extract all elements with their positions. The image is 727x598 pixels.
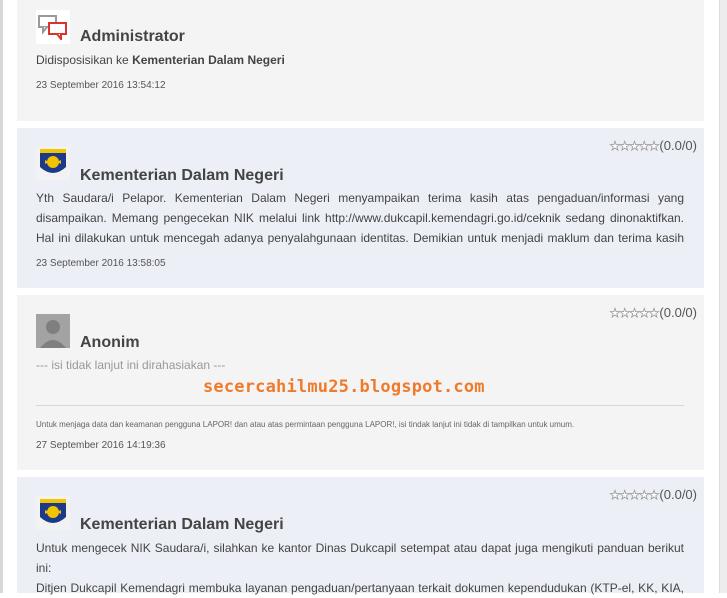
star-icon[interactable]: ★ — [639, 139, 651, 152]
rating-stars[interactable]: ★ ★ ★ ★ ★ — [609, 306, 660, 319]
star-icon[interactable]: ★ — [629, 306, 641, 319]
comment-author: Administrator — [80, 28, 185, 45]
garuda-emblem-icon — [40, 499, 66, 523]
hidden-content-notice: --- isi tidak lanjut ini dirahasiakan --… — [36, 358, 226, 372]
avatar — [36, 146, 70, 180]
star-icon[interactable]: ★ — [609, 488, 621, 501]
rating-widget[interactable]: ★ ★ ★ ★ ★ (0.0/0) — [609, 138, 697, 153]
rating-stars[interactable]: ★ ★ ★ ★ ★ — [609, 139, 660, 152]
comment-line: Yth Saudara/i Pelapor. Kementerian Dalam… — [36, 191, 684, 205]
rating-value: (0.0/0) — [659, 138, 697, 153]
garuda-emblem-icon — [40, 149, 66, 173]
disposition-target: Kementerian Dalam Negeri — [132, 53, 285, 67]
rating-widget[interactable]: ★ ★ ★ ★ ★ (0.0/0) — [609, 305, 697, 320]
star-icon[interactable]: ★ — [648, 306, 660, 319]
rating-widget[interactable]: ★ ★ ★ ★ ★ (0.0/0) — [609, 487, 697, 502]
rating-value: (0.0/0) — [659, 305, 697, 320]
comment-line: Ditjen Dukcapil Kemendagri membuka layan… — [36, 581, 684, 595]
comment-timestamp: 23 September 2016 13:54:12 — [36, 80, 166, 91]
star-icon[interactable]: ★ — [629, 488, 641, 501]
rating-value: (0.0/0) — [659, 487, 697, 502]
chat-bubbles-icon — [38, 15, 67, 40]
anonymous-user-icon — [36, 314, 70, 348]
star-icon[interactable]: ★ — [648, 488, 660, 501]
star-icon[interactable]: ★ — [619, 488, 631, 501]
comment-body: Didisposisikan ke Kementerian Dalam Nege… — [36, 50, 684, 70]
comment-line: disampaikan. Memang pengecekan NIK melal… — [36, 211, 684, 225]
star-icon[interactable]: ★ — [648, 139, 660, 152]
comment-card-kemendagri-1: ★ ★ ★ ★ ★ (0.0/0) Kementerian Dalam Negeri Y… — [17, 128, 704, 288]
avatar — [36, 496, 70, 530]
comment-author: Kementerian Dalam Negeri — [80, 167, 284, 184]
comment-line: Untuk mengecek NIK Saudara/i, silahkan k… — [36, 541, 684, 555]
star-icon[interactable]: ★ — [619, 139, 631, 152]
comment-timestamp: 23 September 2016 13:58:05 — [36, 258, 166, 269]
comment-author: Anonim — [80, 334, 140, 351]
avatar — [36, 10, 70, 44]
divider — [36, 405, 684, 406]
watermark: secercahilmu25.blogspot.com — [203, 377, 485, 397]
comment-card-administrator: Administrator Didisposisikan ke Kementer… — [17, 0, 704, 121]
comment-timestamp: 27 September 2016 14:19:36 — [36, 440, 166, 451]
star-icon[interactable]: ★ — [619, 306, 631, 319]
comment-line: ini: — [36, 561, 52, 575]
comment-author: Kementerian Dalam Negeri — [80, 516, 284, 533]
rating-stars[interactable]: ★ ★ ★ ★ ★ — [609, 488, 660, 501]
comment-body: Untuk mengecek NIK Saudara/i, silahkan k… — [36, 538, 684, 598]
comment-line: Hal ini dilakukan untuk mencegah adanya … — [36, 231, 684, 245]
star-icon[interactable]: ★ — [639, 488, 651, 501]
star-icon[interactable]: ★ — [629, 139, 641, 152]
privacy-note: Untuk menjaga data dan keamanan pengguna… — [36, 420, 575, 429]
star-icon[interactable]: ★ — [639, 306, 651, 319]
comment-body: Yth Saudara/i Pelapor. Kementerian Dalam… — [36, 188, 684, 248]
avatar — [36, 314, 70, 348]
star-icon[interactable]: ★ — [609, 306, 621, 319]
left-border — [0, 0, 3, 593]
comment-card-kemendagri-2: ★ ★ ★ ★ ★ (0.0/0) Kementerian Dalam Negeri U… — [17, 477, 704, 595]
star-icon[interactable]: ★ — [609, 139, 621, 152]
scrollbar[interactable] — [719, 0, 727, 593]
disposition-label: Didisposisikan ke — [36, 53, 129, 67]
